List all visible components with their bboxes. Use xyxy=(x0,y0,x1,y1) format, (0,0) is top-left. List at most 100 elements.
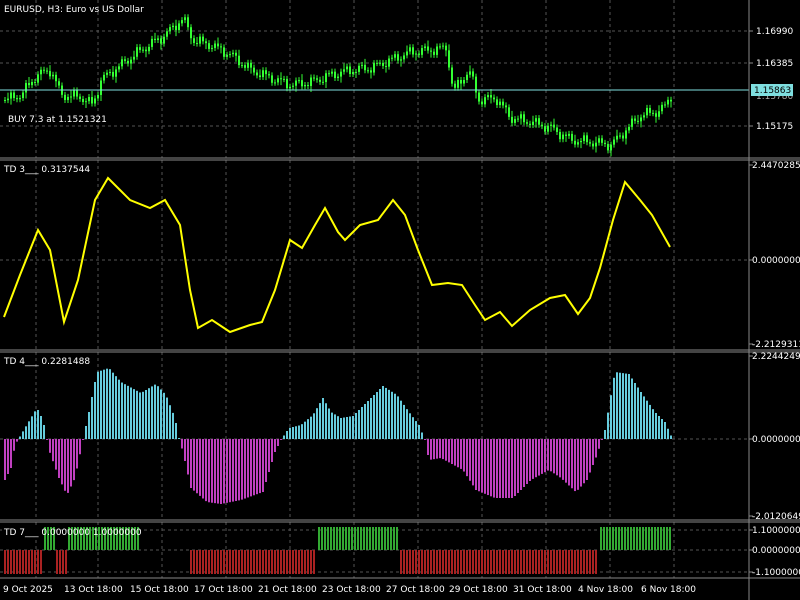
td4-histogram xyxy=(4,368,672,504)
td4-bar-positive xyxy=(151,386,153,439)
td7-bar-positive xyxy=(600,527,602,550)
candle-body xyxy=(277,78,279,83)
price-candles[interactable] xyxy=(4,14,672,157)
td7-bar-positive xyxy=(621,527,623,550)
candle-body xyxy=(454,83,456,88)
candle-body xyxy=(334,71,336,79)
td7-bar-negative xyxy=(481,550,483,574)
td4-bar-negative xyxy=(262,439,264,492)
td7-bar-negative xyxy=(517,550,519,574)
td4-bar-negative xyxy=(589,439,591,473)
td4-bar-negative xyxy=(445,439,447,461)
td4-bar-positive xyxy=(619,372,621,439)
td7-bar-positive xyxy=(351,527,353,550)
td4-bar-positive xyxy=(322,398,324,439)
td4-bar-negative xyxy=(46,439,48,440)
td7-bar-negative xyxy=(10,550,12,574)
td4-bar-positive xyxy=(37,410,39,439)
td4-bar-positive xyxy=(118,379,120,439)
td7-bar-negative xyxy=(247,550,249,574)
td4-bar-positive xyxy=(649,404,651,439)
td4-bar-negative xyxy=(466,439,468,477)
time-tick: 17 Oct 18:00 xyxy=(194,585,253,595)
candle-body xyxy=(37,74,39,83)
candle-body xyxy=(457,79,459,88)
td7-bar-negative xyxy=(439,550,441,574)
candle-body xyxy=(88,97,90,102)
td7-bar-negative xyxy=(37,550,39,574)
td4-bar-negative xyxy=(433,439,435,460)
candle-body xyxy=(10,92,12,99)
td4-bar-negative xyxy=(277,439,279,446)
td7-bar-positive xyxy=(642,527,644,550)
td4-bar-negative xyxy=(544,439,546,473)
candle-body xyxy=(589,142,591,144)
candle-body xyxy=(448,50,450,68)
td7-bar-negative xyxy=(295,550,297,574)
td4-bar-positive xyxy=(34,411,36,439)
td7-bar-negative xyxy=(280,550,282,574)
td4-bar-negative xyxy=(502,439,504,498)
candle-body xyxy=(601,138,603,143)
candle-body xyxy=(34,81,36,83)
candle-body xyxy=(16,98,18,100)
td7-bar-negative xyxy=(226,550,228,574)
time-axis[interactable]: 9 Oct 2025 13 Oct 18:00 15 Oct 18:00 17 … xyxy=(3,585,696,595)
td7-bar-positive xyxy=(606,527,608,550)
td4-bar-negative xyxy=(49,439,51,453)
candle-body xyxy=(391,57,393,59)
td4-bar-positive xyxy=(388,389,390,439)
td4-bar-negative xyxy=(424,439,426,440)
candle-body xyxy=(430,50,432,52)
td7-bar-negative xyxy=(514,550,516,574)
candle-body xyxy=(253,67,255,73)
td7-bar-negative xyxy=(499,550,501,574)
candle-body xyxy=(67,96,69,101)
candle-body xyxy=(250,62,252,68)
td4-bar-positive xyxy=(97,371,99,439)
td4-bar-positive xyxy=(316,408,318,439)
td7-bar-negative xyxy=(475,550,477,574)
td7-bar-positive xyxy=(375,527,377,550)
candle-body xyxy=(64,94,66,101)
candle-body xyxy=(211,47,213,49)
candle-body xyxy=(154,38,156,40)
td4-bar-negative xyxy=(553,439,555,474)
candle-body xyxy=(661,104,663,112)
time-tick: 13 Oct 18:00 xyxy=(64,585,123,595)
td4-bar-positive xyxy=(142,391,144,439)
td4-bar-positive xyxy=(124,384,126,439)
td4-bar-negative xyxy=(208,439,210,503)
candle-body xyxy=(658,111,660,117)
candle-body xyxy=(298,80,300,82)
td4-bar-positive xyxy=(157,386,159,439)
candle-body xyxy=(310,77,312,86)
td4-bar-positive xyxy=(136,390,138,439)
td4-bar-positive xyxy=(298,425,300,439)
candle-body xyxy=(472,71,474,77)
td7-bar-positive xyxy=(387,527,389,550)
td7-bar-negative xyxy=(59,550,61,574)
td4-bar-positive xyxy=(625,373,627,439)
td4-bar-positive xyxy=(94,382,96,439)
td7-bar-positive xyxy=(612,527,614,550)
candle-body xyxy=(271,75,273,83)
candle-body xyxy=(205,41,207,44)
td7-axis: 1.1000000 0.0000000 -1.1000000 xyxy=(749,526,800,578)
td4-bar-negative xyxy=(523,439,525,487)
candle-body xyxy=(397,54,399,61)
td7-bar-negative xyxy=(403,550,405,574)
td7-bar-negative xyxy=(544,550,546,574)
trading-chart[interactable]: EURUSD, H3: Euro vs US Dollar BUY 7.3 at… xyxy=(0,0,800,600)
td7-bar-negative xyxy=(16,550,18,574)
td4-bar-positive xyxy=(304,421,306,439)
main-price-axis[interactable]: 1.16990 1.16385 1.15175 1.15780 1.15863 xyxy=(749,27,793,132)
candle-body xyxy=(511,116,513,123)
candle-body xyxy=(379,62,381,64)
td7-bar-negative xyxy=(265,550,267,574)
candle-body xyxy=(85,101,87,103)
td4-bar-positive xyxy=(163,392,165,439)
candle-body xyxy=(556,127,558,132)
td7-bar-negative xyxy=(310,550,312,574)
td4-bar-positive xyxy=(115,376,117,439)
